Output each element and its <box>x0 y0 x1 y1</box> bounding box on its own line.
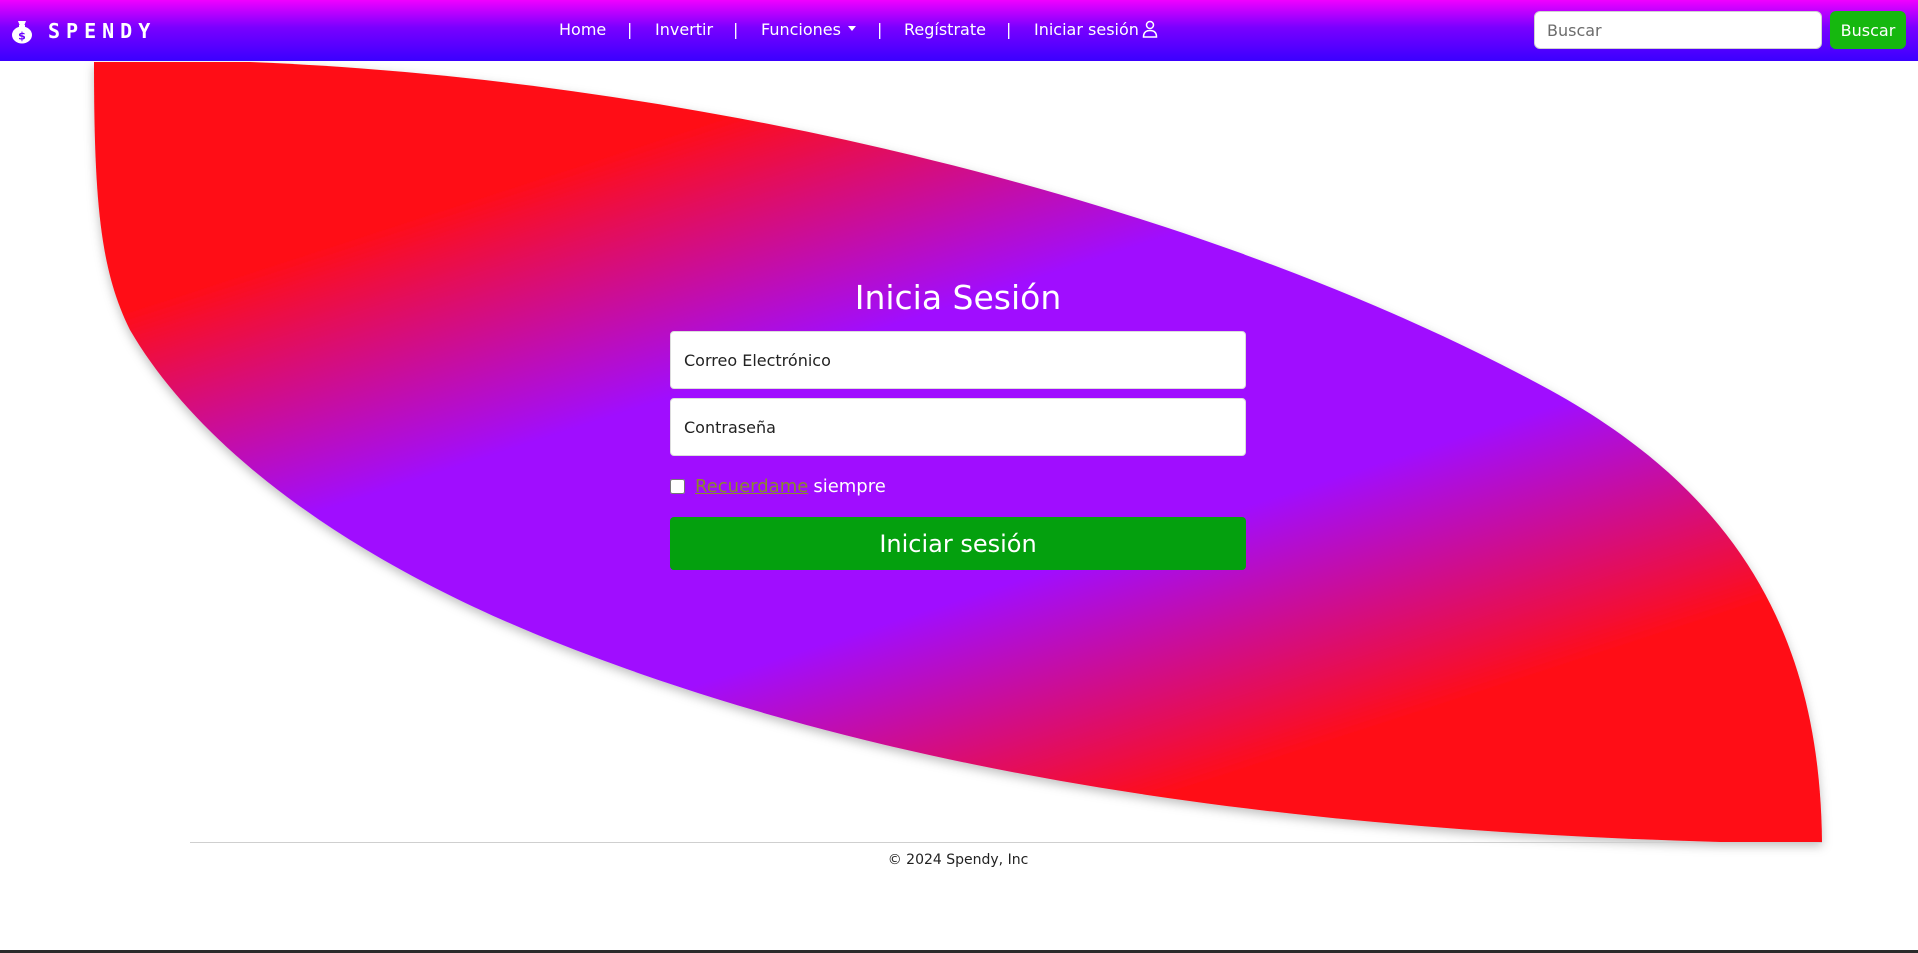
nav-functions-dropdown[interactable]: Funciones <box>761 18 856 42</box>
remember-me-checkbox[interactable] <box>670 478 685 494</box>
nav-separator: | <box>733 20 739 39</box>
nav-login-label: Iniciar sesión <box>1034 20 1139 39</box>
remember-me-link[interactable]: Recuerdame <box>695 476 808 497</box>
footer-divider <box>190 842 1822 843</box>
nav-separator: | <box>627 20 633 39</box>
nav-home-link[interactable]: Home <box>559 18 606 42</box>
nav-invest-link[interactable]: Invertir <box>655 18 713 42</box>
nav-functions-label: Funciones <box>761 20 841 39</box>
footer-copyright: © 2024 Spendy, Inc <box>887 852 1029 868</box>
top-navbar: $ SPENDY Home | Invertir | Funciones | R… <box>0 0 1918 61</box>
login-title: Inicia Sesión <box>854 278 1062 317</box>
main-nav: Home <box>559 18 606 42</box>
search-button[interactable]: Buscar <box>1830 11 1906 49</box>
money-bag-icon: $ <box>12 21 32 44</box>
remember-me-row: Recuerdame siempre <box>670 474 886 498</box>
nav-register-link[interactable]: Regístrate <box>904 18 986 42</box>
password-field[interactable] <box>670 398 1246 456</box>
user-icon <box>1142 20 1158 38</box>
nav-login-link[interactable]: Iniciar sesión <box>1034 18 1158 42</box>
nav-separator: | <box>1006 20 1012 39</box>
nav-separator: | <box>877 20 883 39</box>
login-submit-button[interactable]: Iniciar sesión <box>670 517 1246 570</box>
brand-name: SPENDY <box>48 19 157 43</box>
search-input[interactable] <box>1534 11 1822 49</box>
caret-down-icon <box>847 26 856 31</box>
svg-text:$: $ <box>18 30 26 43</box>
hero-background-shape <box>94 62 1822 842</box>
brand[interactable]: $ SPENDY <box>9 14 156 48</box>
email-field[interactable] <box>670 331 1246 389</box>
remember-me-text: siempre <box>813 475 886 497</box>
